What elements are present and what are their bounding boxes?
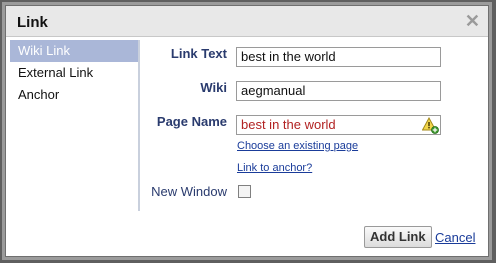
sidebar-item-external-link[interactable]: External Link: [10, 62, 138, 84]
sidebar-item-anchor[interactable]: Anchor: [10, 84, 138, 106]
dialog-titlebar: Link ✕: [6, 6, 488, 37]
wiki-input[interactable]: aegmanual: [236, 81, 441, 101]
wiki-label: Wiki: [200, 80, 227, 95]
warning-add-icon: [422, 117, 439, 134]
close-icon[interactable]: ✕: [465, 11, 480, 32]
link-dialog: Link ✕ Wiki Link External Link Anchor Li…: [5, 5, 489, 257]
add-link-button[interactable]: Add Link: [364, 226, 432, 248]
cancel-link[interactable]: Cancel: [435, 230, 475, 245]
link-type-sidebar: Wiki Link External Link Anchor: [10, 40, 140, 211]
page-name-input[interactable]: best in the world: [236, 115, 441, 135]
link-text-label: Link Text: [170, 46, 227, 61]
sidebar-item-wiki-link[interactable]: Wiki Link: [10, 40, 138, 62]
link-text-input[interactable]: best in the world: [236, 47, 441, 67]
new-window-checkbox[interactable]: [238, 185, 251, 198]
page-name-label: Page Name: [156, 114, 227, 129]
new-window-label: New Window: [151, 184, 227, 199]
link-to-anchor-link[interactable]: Link to anchor?: [237, 162, 312, 174]
choose-existing-page-link[interactable]: Choose an existing page: [237, 140, 358, 152]
dialog-title: Link: [17, 14, 48, 31]
